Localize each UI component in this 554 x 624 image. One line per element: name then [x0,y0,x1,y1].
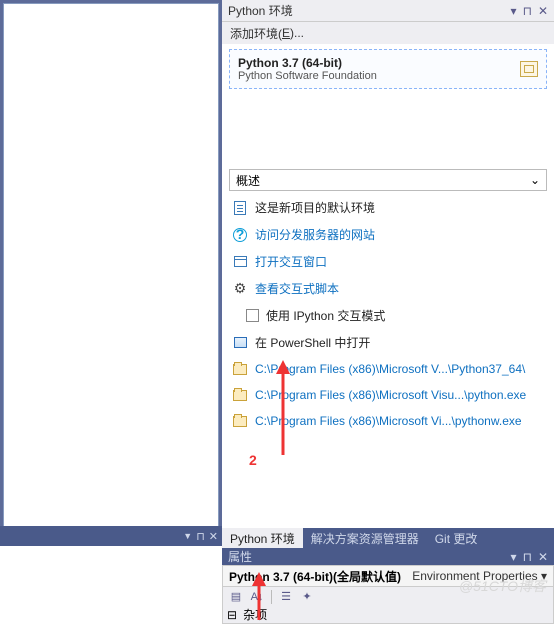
visit-site-row[interactable]: ? 访问分发服务器的网站 [232,226,544,243]
collapse-icon[interactable]: ⊟ [227,608,237,622]
annotation-number-2: 2 [249,452,257,468]
pin-icon[interactable]: ⊓ [196,530,205,543]
ipython-checkbox-row[interactable]: 使用 IPython 交互模式 [232,307,544,324]
left-panel-footer: ▼ ⊓ ✕ [0,526,222,546]
path-row-3[interactable]: C:\Program Files (x86)\Microsoft Vi...\p… [232,413,544,429]
tab-git-changes[interactable]: Git 更改 [427,528,486,548]
panel-title: Python 环境 [228,2,511,19]
checkbox[interactable] [246,309,259,322]
open-powershell-row[interactable]: 在 PowerShell 中打开 [232,334,544,351]
view-scripts-row[interactable]: ⚙ 查看交互式脚本 [232,280,544,297]
powershell-icon [234,337,247,348]
dropdown-icon[interactable]: ▾ [511,4,517,18]
dropdown-icon[interactable]: ▾ [511,550,517,564]
close-icon[interactable]: ✕ [538,550,548,564]
chevron-down-icon: ⌄ [530,173,540,187]
properties-titlebar: 属性 ▾ ⊓ ✕ [222,548,554,565]
tab-solution-explorer[interactable]: 解决方案资源管理器 [303,528,427,548]
properties-title: 属性 [228,548,252,565]
dropdown-icon[interactable]: ▼ [183,531,192,541]
properties-object-name: Python 3.7 (64-bit)(全局默认值) [229,568,401,585]
default-env-row: 这是新项目的默认环境 [232,199,544,216]
toolbar-btn[interactable]: ☰ [277,588,295,606]
environment-vendor: Python Software Foundation [238,70,520,82]
panel-titlebar: Python 环境 ▾ ⊓ ✕ [222,0,554,22]
view-selector[interactable]: 概述 ⌄ [229,169,547,191]
environment-name: Python 3.7 (64-bit) [238,56,520,70]
gear-icon: ⚙ [232,281,248,297]
properties-group-label: 杂项 [243,606,267,623]
left-panel [0,0,222,546]
close-icon[interactable]: ✕ [538,4,548,18]
properties-group-row[interactable]: ⊟ 杂项 [222,606,554,624]
path-row-2[interactable]: C:\Program Files (x86)\Microsoft Visu...… [232,387,544,403]
bottom-tabs: Python 环境 解决方案资源管理器 Git 更改 [222,528,554,548]
categorize-icon[interactable]: ▤ [227,588,245,606]
pin-icon[interactable]: ⊓ [523,550,532,564]
folder-icon [233,364,247,375]
help-icon: ? [233,228,247,242]
document-icon [234,201,246,215]
environment-action-icon[interactable] [520,61,538,77]
toolbar-btn[interactable]: ✦ [298,588,316,606]
close-icon[interactable]: ✕ [209,530,218,543]
pin-icon[interactable]: ⊓ [523,4,532,18]
open-interactive-row[interactable]: 打开交互窗口 [232,253,544,270]
view-selector-label: 概述 [236,172,260,189]
add-environment-link[interactable]: 添加环境(E)... [222,22,554,44]
window-icon [234,256,247,267]
watermark: @51CTO博客 [459,576,546,596]
python-env-panel: Python 环境 ▾ ⊓ ✕ 添加环境(E)... Python 3.7 (6… [222,0,554,546]
tab-python-env[interactable]: Python 环境 [222,528,303,548]
path-row-1[interactable]: C:\Program Files (x86)\Microsoft V...\Py… [232,361,544,377]
folder-icon [233,416,247,427]
left-editor [3,3,219,526]
folder-icon [233,390,247,401]
left-blank [0,546,222,624]
alpha-sort-icon[interactable]: A↓ [248,588,266,606]
environment-item[interactable]: Python 3.7 (64-bit) Python Software Foun… [229,49,547,89]
